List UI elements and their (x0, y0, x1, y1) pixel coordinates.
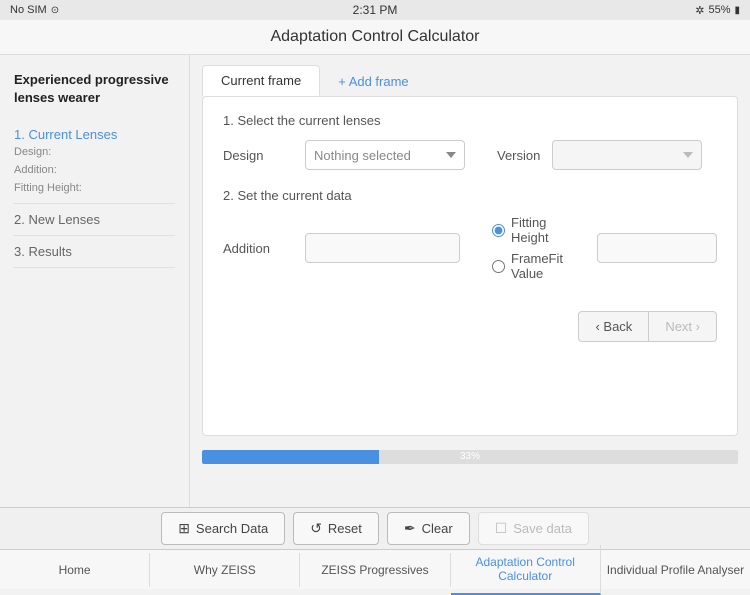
nav-home-label: Home (59, 563, 91, 577)
version-label: Version (497, 148, 540, 163)
back-label: Back (603, 319, 632, 334)
fitting-height-option[interactable]: Fitting Height (492, 215, 583, 245)
nav-adaptation-label: Adaptation Control Calculator (476, 555, 575, 583)
app-title-bar: Adaptation Control Calculator (0, 20, 750, 55)
clear-icon: ✒ (404, 520, 416, 537)
nav-home[interactable]: Home (0, 553, 150, 587)
reset-label: Reset (328, 521, 362, 536)
fitting-height-input[interactable] (597, 233, 717, 263)
addition-input[interactable] (305, 233, 460, 263)
save-data-button[interactable]: ☐ Save data (478, 512, 589, 545)
progress-area: 33% (190, 444, 750, 468)
nav-zeiss-progressives[interactable]: ZEISS Progressives (300, 553, 450, 587)
sidebar-item-results[interactable]: 3. Results (14, 236, 175, 268)
framefit-option[interactable]: FrameFit Value (492, 251, 583, 281)
status-bar-left: No SIM ⊙ (10, 4, 59, 16)
status-bar-time: 2:31 PM (353, 3, 398, 17)
sidebar-sub-info: Design: Addition: Fitting Height: (14, 144, 175, 197)
tab-add-frame[interactable]: + Add frame (324, 67, 422, 96)
search-data-icon: ⊞ (178, 520, 190, 537)
clear-button[interactable]: ✒ Clear (387, 512, 470, 545)
next-icon: › (696, 319, 700, 334)
progress-label: 33% (460, 450, 480, 464)
clear-label: Clear (422, 521, 453, 536)
section2: 2. Set the current data Addition Fitting… (223, 188, 717, 281)
save-data-icon: ☐ (495, 520, 508, 537)
back-button[interactable]: ‹ Back (578, 311, 649, 342)
sidebar-item-new-lenses[interactable]: 2. New Lenses (14, 204, 175, 236)
nav-individual-profile[interactable]: Individual Profile Analyser (601, 553, 750, 587)
sidebar: Experienced progressive lenses wearer 1.… (0, 55, 190, 507)
nav-buttons: ‹ Back Next › (223, 311, 717, 342)
status-bar-right: ✲ 55% ▮ (695, 4, 740, 17)
sidebar-item-text: Current Lenses (28, 127, 117, 142)
version-select[interactable] (552, 140, 702, 170)
next-button[interactable]: Next › (649, 311, 717, 342)
battery-label: 55% (708, 4, 730, 16)
section1-title: 1. Select the current lenses (223, 113, 717, 128)
design-row: Design Nothing selected Version (223, 140, 717, 170)
main-panel: 1. Select the current lenses Design Noth… (202, 96, 738, 436)
fitting-height-radio[interactable] (492, 224, 505, 237)
addition-fitting-row: Addition Fitting Height FrameFit Value (223, 215, 717, 281)
next-label: Next (665, 319, 695, 334)
sidebar-item-new-lenses-number: 2. (14, 212, 28, 227)
design-select[interactable]: Nothing selected (305, 140, 465, 170)
nav-individual-profile-label: Individual Profile Analyser (607, 563, 744, 577)
save-data-label: Save data (513, 521, 572, 536)
nav-adaptation-calculator[interactable]: Adaptation Control Calculator (451, 545, 601, 595)
framefit-label: FrameFit Value (511, 251, 583, 281)
sidebar-item-results-number: 3. (14, 244, 28, 259)
tab-current-frame-label: Current frame (221, 73, 301, 88)
design-label: Design (223, 148, 293, 163)
tabs: Current frame + Add frame (190, 55, 750, 96)
wifi-icon: ⊙ (51, 5, 59, 16)
nav-why-zeiss[interactable]: Why ZEISS (150, 553, 300, 587)
sidebar-item-current-lenses-label: 1. Current Lenses (14, 127, 175, 142)
carrier-label: No SIM (10, 4, 47, 16)
search-data-label: Search Data (196, 521, 268, 536)
content-area: Current frame + Add frame 1. Select the … (190, 55, 750, 507)
sidebar-title: Experienced progressive lenses wearer (14, 71, 175, 107)
fitting-group: Fitting Height FrameFit Value (492, 215, 717, 281)
search-data-button[interactable]: ⊞ Search Data (161, 512, 285, 545)
framefit-radio[interactable] (492, 260, 505, 273)
app-title: Adaptation Control Calculator (270, 28, 479, 45)
status-bar: No SIM ⊙ 2:31 PM ✲ 55% ▮ (0, 0, 750, 20)
sidebar-item-new-lenses-label: New Lenses (28, 212, 100, 227)
sidebar-item-results-label: Results (28, 244, 71, 259)
progress-bar-bg: 33% (202, 450, 738, 464)
addition-label: Addition (223, 241, 293, 256)
nav-zeiss-progressives-label: ZEISS Progressives (321, 563, 428, 577)
section2-title: 2. Set the current data (223, 188, 717, 203)
bottom-nav: Home Why ZEISS ZEISS Progressives Adapta… (0, 549, 750, 589)
tab-add-frame-label: + Add frame (338, 74, 408, 89)
bottom-toolbar: ⊞ Search Data ↺ Reset ✒ Clear ☐ Save dat… (0, 507, 750, 549)
fitting-height-label: Fitting Height (511, 215, 583, 245)
reset-button[interactable]: ↺ Reset (293, 512, 379, 545)
battery-icon: ▮ (734, 5, 740, 16)
nav-why-zeiss-label: Why ZEISS (194, 563, 256, 577)
main-layout: Experienced progressive lenses wearer 1.… (0, 55, 750, 507)
reset-icon: ↺ (310, 520, 322, 537)
tab-current-frame[interactable]: Current frame (202, 65, 320, 96)
sidebar-item-number: 1. (14, 127, 28, 142)
bluetooth-icon: ✲ (695, 4, 704, 17)
progress-bar-fill (202, 450, 379, 464)
radio-group: Fitting Height FrameFit Value (492, 215, 583, 281)
sidebar-item-current-lenses[interactable]: 1. Current Lenses Design: Addition: Fitt… (14, 121, 175, 204)
back-icon: ‹ (595, 319, 599, 334)
